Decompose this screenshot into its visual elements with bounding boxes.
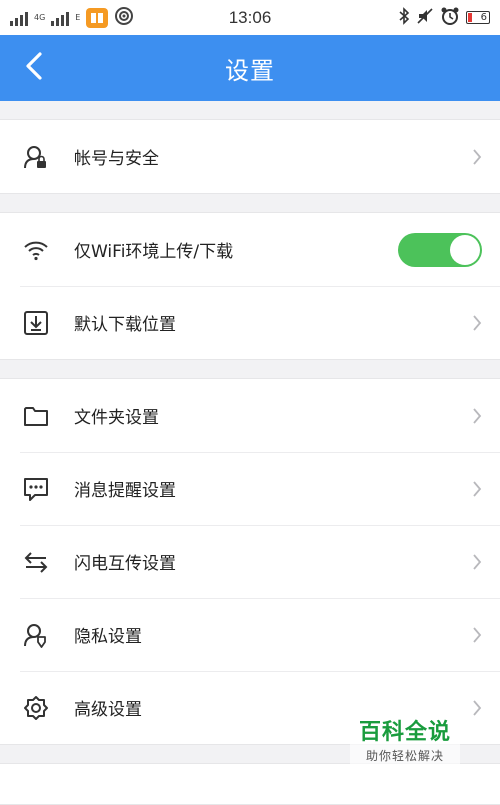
folder-icon [22,402,50,430]
network-label: 4G [34,12,46,22]
chevron-right-icon [470,406,484,426]
bluetooth-icon [398,6,410,29]
app-header: 设置 [0,35,500,101]
account-security-item[interactable]: 帐号与安全 [0,120,500,193]
alarm-icon [440,6,460,30]
network-sublabel: E [75,12,81,22]
settings-group-account: 帐号与安全 [0,119,500,194]
back-button[interactable] [14,49,54,87]
item-label: 帐号与安全 [74,149,159,169]
status-bar: 4G E 13:06 6 [0,0,500,35]
toggle-knob [450,234,480,265]
message-icon [22,475,50,503]
chevron-right-icon [470,479,484,499]
app-icon [86,7,109,28]
chevron-right-icon [470,625,484,645]
transfer-icon [22,548,50,576]
wifi-only-item: 仅WiFi环境上传/下载 [0,213,500,286]
item-label: 文件夹设置 [74,408,159,428]
gear-icon [22,694,50,722]
wifi-hotspot-icon [114,6,134,30]
battery-icon: 6 [466,11,490,24]
signal-icon [10,10,28,26]
privacy-settings-item[interactable]: 隐私设置 [0,598,500,671]
chevron-right-icon [470,552,484,572]
message-settings-item[interactable]: 消息提醒设置 [0,452,500,525]
item-label: 默认下载位置 [74,315,176,335]
download-location-icon [22,309,50,337]
item-label: 闪电互传设置 [74,554,176,574]
watermark-subtitle: 助你轻松解决 [365,749,444,763]
page-title: 设置 [225,56,275,85]
settings-group-general: 文件夹设置 消息提醒设置 闪电互传设置 隐私设置 高级设置 [0,378,500,745]
chevron-right-icon [470,698,484,718]
watermark-title: 百科全说 [358,720,451,745]
status-right: 6 [398,6,490,30]
status-time: 13:06 [228,7,272,27]
item-label: 隐私设置 [74,627,142,647]
battery-level: 6 [480,12,487,23]
chevron-left-icon [24,51,44,85]
item-label: 消息提醒设置 [74,481,176,501]
network-type: 4G [34,12,46,22]
account-security-icon [22,143,50,171]
watermark: 百科全说 助你轻松解决 [350,714,460,764]
settings-group-more [0,763,500,805]
settings-group-transfer: 仅WiFi环境上传/下载 默认下载位置 [0,212,500,360]
flash-transfer-item[interactable]: 闪电互传设置 [0,525,500,598]
download-location-item[interactable]: 默认下载位置 [0,286,500,359]
privacy-icon [22,621,50,649]
item-label: 仅WiFi环境上传/下载 [74,242,234,262]
mute-icon [416,7,434,29]
signal-icon [51,10,70,26]
status-left: 4G E [10,6,134,30]
folder-settings-item[interactable]: 文件夹设置 [0,379,500,452]
chevron-right-icon [470,147,484,167]
chevron-right-icon [470,313,484,333]
wifi-icon [22,236,50,264]
wifi-only-toggle[interactable] [398,232,482,267]
